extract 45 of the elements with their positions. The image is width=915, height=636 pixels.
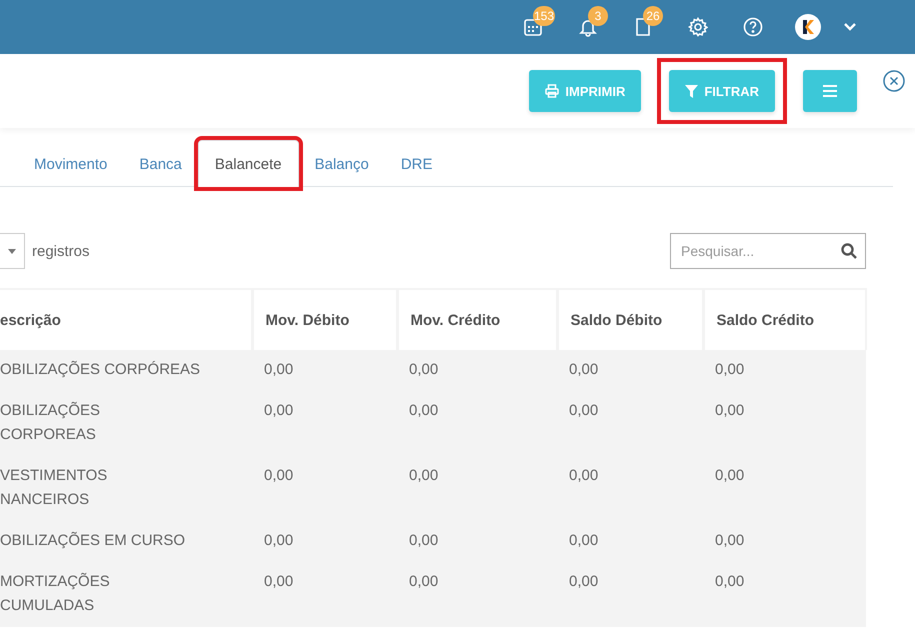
- printer-icon: [545, 84, 560, 98]
- search-icon[interactable]: [841, 243, 857, 259]
- table-cell: 0,00: [569, 467, 598, 484]
- count-badge: 26: [643, 6, 663, 26]
- page-size-select[interactable]: [0, 233, 25, 269]
- table-cell: 0,00: [715, 402, 744, 419]
- table-cell: 0,00: [264, 532, 294, 549]
- table-cell: 0,00: [264, 467, 294, 484]
- close-icon[interactable]: [883, 70, 905, 92]
- table-cell: 0,00: [569, 361, 598, 378]
- table-cell: 0,00: [569, 532, 598, 549]
- table-cell: OBILIZAÇÕES CORPOREAS: [0, 402, 100, 443]
- table-cell: 0,00: [409, 361, 438, 378]
- table-cell: 0,00: [569, 402, 598, 419]
- caret-icon: [8, 248, 16, 254]
- table-cell: OBILIZAÇÕES CORPÓREAS: [0, 361, 200, 378]
- search-field[interactable]: Pesquisar...: [670, 233, 866, 269]
- avatar-icon[interactable]: [794, 14, 820, 40]
- table-cell: 0,00: [409, 402, 438, 419]
- count-badge: 3: [588, 6, 608, 26]
- table-cell: 0,00: [715, 532, 744, 549]
- tab[interactable]: DRE: [384, 140, 449, 187]
- table-cell: 0,00: [264, 573, 294, 590]
- count-badge: 153: [533, 6, 556, 26]
- menu-icon: [823, 85, 837, 97]
- table-cell: 0,00: [715, 573, 744, 590]
- tab[interactable]: Banca: [123, 140, 198, 187]
- table-cell: 0,00: [715, 467, 744, 484]
- table-cell: VESTIMENTOS NANCEIROS: [0, 467, 108, 508]
- table-cell: 0,00: [715, 361, 744, 378]
- table-cell: 0,00: [264, 402, 294, 419]
- tab[interactable]: Movimento: [18, 140, 124, 187]
- table-cell: 0,00: [409, 573, 438, 590]
- table-cell: MORTIZAÇÕES CUMULADAS: [0, 573, 110, 614]
- help-icon[interactable]: [742, 17, 762, 37]
- table-cell: 0,00: [569, 573, 598, 590]
- table-cell: 0,00: [409, 532, 438, 549]
- settings-icon[interactable]: [688, 17, 708, 37]
- table-cell: 0,00: [264, 361, 294, 378]
- table-cell: OBILIZAÇÕES EM CURSO: [0, 532, 186, 549]
- filter-icon: [685, 84, 698, 98]
- records-label: registros: [32, 242, 90, 260]
- tab[interactable]: Balanço: [298, 140, 385, 187]
- table-cell: 0,00: [409, 467, 438, 484]
- caret-icon[interactable]: [844, 23, 856, 31]
